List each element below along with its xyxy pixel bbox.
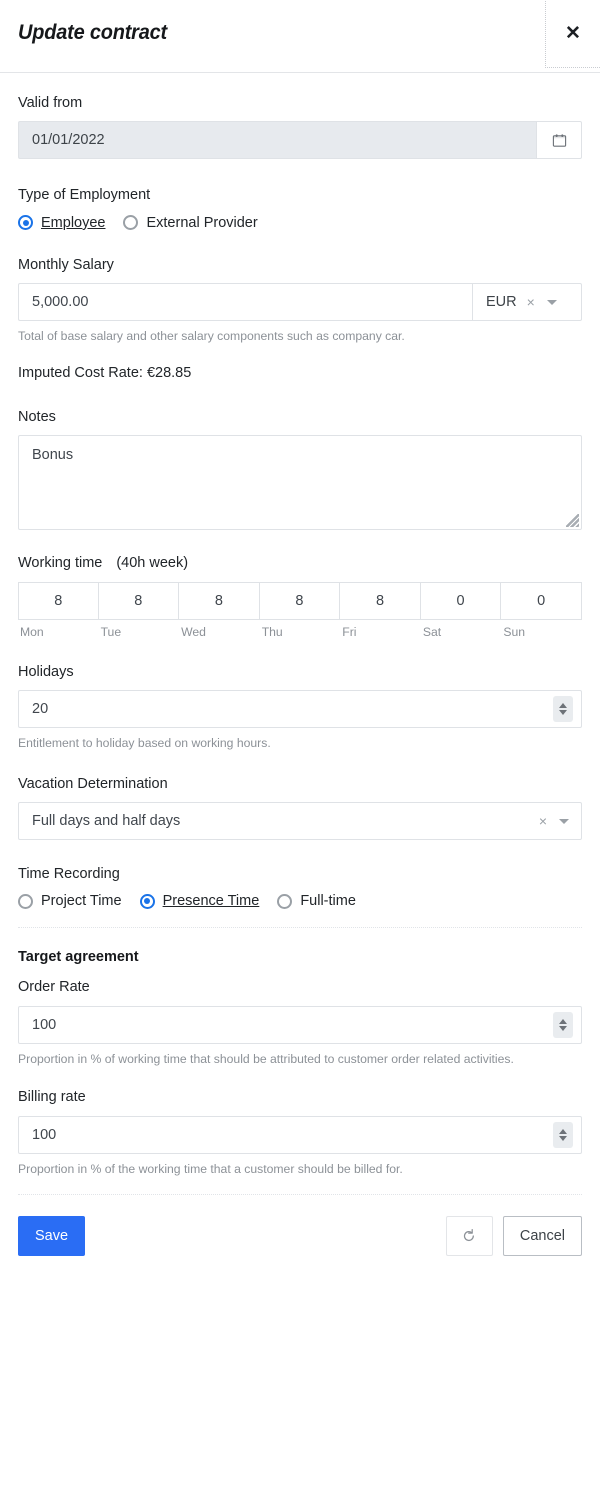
page-title: Update contract xyxy=(18,21,168,44)
billing-rate-label: Billing rate xyxy=(18,1089,86,1106)
week-cell-sun: 0 Sun xyxy=(501,581,582,639)
chevron-down-icon xyxy=(559,710,567,716)
close-button[interactable]: ✕ xyxy=(545,0,600,68)
order-rate-label: Order Rate xyxy=(18,979,90,996)
hours-input-wed[interactable]: 8 xyxy=(179,581,260,620)
radio-employee-label: Employee xyxy=(41,214,106,231)
day-label-sat: Sat xyxy=(422,624,442,639)
employment-type-radio-group: Employee External Provider xyxy=(18,215,582,231)
reset-icon xyxy=(464,1229,475,1242)
day-label-fri: Fri xyxy=(342,624,357,639)
modal-header: Update contract ✕ xyxy=(0,0,600,73)
radio-presence-time[interactable]: Presence Time xyxy=(139,893,260,910)
week-cell-wed: 8 Wed xyxy=(179,581,260,639)
calendar-icon xyxy=(552,134,566,147)
radio-external-provider[interactable]: External Provider xyxy=(123,214,258,231)
working-time-grid: 8 Mon 8 Tue 8 Wed 8 Thu 8 Fri 0 Sat 0 Su… xyxy=(18,581,582,639)
resize-handle-icon[interactable] xyxy=(566,514,579,528)
modal-body: Valid from 01/01/2022 Type of Employment… xyxy=(0,73,600,1257)
radio-full-time[interactable]: Full-time xyxy=(277,893,356,909)
hours-input-thu[interactable]: 8 xyxy=(259,581,341,620)
week-cell-tue: 8 Tue xyxy=(98,581,180,639)
clear-icon[interactable]: × xyxy=(539,813,547,829)
week-cell-mon: 8 Mon xyxy=(18,581,99,639)
day-label-tue: Tue xyxy=(100,624,122,639)
radio-project-time[interactable]: Project Time xyxy=(18,893,122,909)
radio-employee-indicator xyxy=(18,215,33,231)
calendar-button[interactable] xyxy=(536,121,582,160)
day-label-sun: Sun xyxy=(503,624,526,639)
holidays-field: 20 xyxy=(18,690,582,729)
vacation-determination-select[interactable]: Full days and half days × xyxy=(18,802,582,841)
radio-employee[interactable]: Employee xyxy=(18,215,105,231)
hours-input-sun[interactable]: 0 xyxy=(501,581,582,620)
vacation-determination-label: Vacation Determination xyxy=(18,775,168,792)
day-label-wed: Wed xyxy=(181,624,206,639)
radio-presence-time-label: Presence Time xyxy=(162,893,260,910)
billing-rate-field: 100 xyxy=(18,1115,582,1154)
save-button[interactable]: Save xyxy=(18,1216,86,1257)
hours-input-tue[interactable]: 8 xyxy=(98,581,180,620)
day-label-mon: Mon xyxy=(20,624,44,639)
hours-input-fri[interactable]: 8 xyxy=(340,581,421,620)
time-recording-label: Time Recording xyxy=(18,866,120,883)
day-label-thu: Thu xyxy=(261,624,283,639)
valid-from-field: 01/01/2022 xyxy=(18,121,582,160)
reset-button[interactable] xyxy=(445,1216,493,1257)
billing-rate-hint: Proportion in % of the working time that… xyxy=(18,1161,403,1176)
order-rate-input[interactable]: 100 xyxy=(19,1017,553,1033)
radio-full-time-label: Full-time xyxy=(300,893,356,910)
chevron-down-icon[interactable] xyxy=(559,818,569,824)
currency-select[interactable]: EUR × xyxy=(472,283,582,322)
working-time-label: Working time xyxy=(18,555,103,572)
valid-from-input[interactable]: 01/01/2022 xyxy=(18,121,536,160)
working-time-summary: (40h week) xyxy=(116,555,189,572)
holidays-hint: Entitlement to holiday based on working … xyxy=(18,736,271,751)
billing-rate-input[interactable]: 100 xyxy=(19,1127,553,1143)
notes-label: Notes xyxy=(18,409,56,426)
radio-presence-time-indicator xyxy=(139,893,155,909)
chevron-down-icon[interactable] xyxy=(546,299,557,305)
radio-full-time-indicator xyxy=(277,893,293,909)
chevron-up-icon xyxy=(559,1018,567,1024)
valid-from-label: Valid from xyxy=(18,95,83,111)
time-recording-radio-group: Project Time Presence Time Full-time xyxy=(18,893,582,909)
holidays-label: Holidays xyxy=(18,663,74,680)
week-cell-fri: 8 Fri xyxy=(340,581,421,639)
chevron-up-icon xyxy=(559,703,567,709)
week-cell-thu: 8 Thu xyxy=(259,581,341,639)
radio-external-provider-label: External Provider xyxy=(146,214,258,231)
notes-value: Bonus xyxy=(32,447,74,464)
holidays-input[interactable]: 20 xyxy=(19,701,553,717)
vacation-determination-value: Full days and half days xyxy=(32,813,181,830)
week-cell-sat: 0 Sat xyxy=(420,581,502,639)
chevron-up-icon xyxy=(559,1128,567,1134)
clear-icon[interactable]: × xyxy=(527,294,535,310)
close-icon: ✕ xyxy=(565,23,581,44)
hours-input-mon[interactable]: 8 xyxy=(18,581,99,620)
billing-rate-stepper[interactable] xyxy=(553,1121,573,1148)
order-rate-field: 100 xyxy=(18,1005,582,1044)
order-rate-hint: Proportion in % of working time that sho… xyxy=(18,1051,514,1066)
radio-project-time-indicator xyxy=(18,893,33,909)
footer-actions: Save Cancel xyxy=(18,1216,582,1257)
order-rate-stepper[interactable] xyxy=(553,1011,573,1038)
monthly-salary-input[interactable]: 5,000.00 xyxy=(18,283,472,322)
radio-project-time-label: Project Time xyxy=(41,893,122,910)
monthly-salary-label: Monthly Salary xyxy=(18,256,114,273)
imputed-cost-rate: Imputed Cost Rate: €28.85 xyxy=(18,364,192,381)
holidays-stepper[interactable] xyxy=(553,696,573,723)
cancel-button[interactable]: Cancel xyxy=(502,1216,582,1257)
radio-external-provider-indicator xyxy=(123,215,139,231)
chevron-down-icon xyxy=(559,1135,567,1141)
target-agreement-heading: Target agreement xyxy=(18,949,139,966)
monthly-salary-hint: Total of base salary and other salary co… xyxy=(18,329,405,344)
employment-type-label: Type of Employment xyxy=(18,187,151,204)
hours-input-sat[interactable]: 0 xyxy=(420,581,502,620)
working-time-header: Working time (40h week) xyxy=(18,555,582,572)
notes-textarea[interactable]: Bonus xyxy=(18,435,582,531)
currency-value: EUR xyxy=(486,294,517,311)
monthly-salary-field: 5,000.00 EUR × xyxy=(18,283,582,322)
chevron-down-icon xyxy=(559,1025,567,1031)
